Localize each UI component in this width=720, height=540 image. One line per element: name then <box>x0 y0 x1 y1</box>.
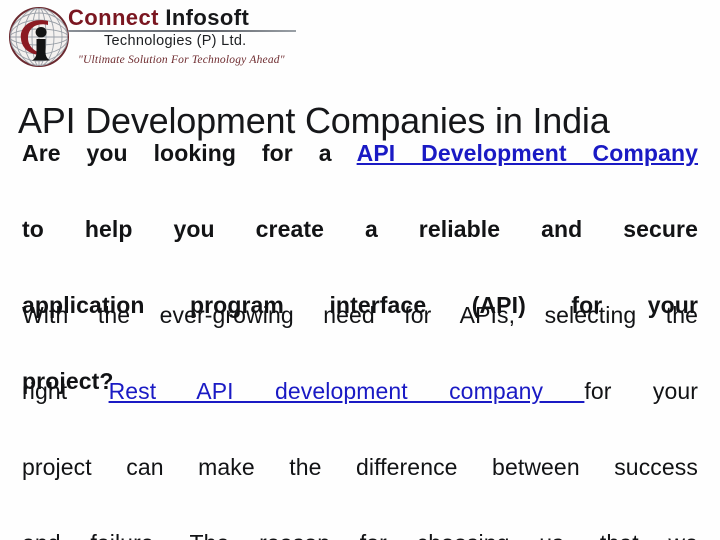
company-logo: Connect Infosoft Technologies (P) Ltd. "… <box>4 2 300 78</box>
paragraph2-line2-pre: right <box>22 378 109 404</box>
api-development-company-link[interactable]: API Development Company <box>357 140 698 166</box>
rest-api-development-company-link[interactable]: Rest API development company <box>109 378 585 404</box>
logo-text-group: Connect Infosoft Technologies (P) Ltd. "… <box>68 6 300 67</box>
body-paragraph: With the ever-growing need for APIs, sel… <box>22 296 698 540</box>
logo-company-name: Connect Infosoft <box>68 6 300 30</box>
paragraph1-line1-text: Are you looking for a <box>22 140 357 166</box>
paragraph2-line2: right Rest API development company for y… <box>22 372 698 448</box>
paragraph1-line1: Are you looking for a API Development Co… <box>22 134 698 210</box>
paragraph2-line3: project can make the difference between … <box>22 454 698 480</box>
paragraph2-line4: and failure. The reason for choosing us,… <box>22 524 698 540</box>
slide-canvas: Connect Infosoft Technologies (P) Ltd. "… <box>0 0 720 540</box>
logo-company-primary: Connect <box>68 5 159 30</box>
paragraph1-line2: to help you create a reliable and secure <box>22 216 698 242</box>
paragraph2-line1: With the ever-growing need for APIs, sel… <box>22 302 698 328</box>
paragraph2-line2-post: for your <box>584 378 698 404</box>
logo-company-secondary: Infosoft <box>158 5 250 30</box>
logo-subtitle: Technologies (P) Ltd. <box>104 33 247 49</box>
globe-logo-icon <box>7 5 71 69</box>
logo-tagline: "Ultimate Solution For Technology Ahead" <box>78 54 285 66</box>
